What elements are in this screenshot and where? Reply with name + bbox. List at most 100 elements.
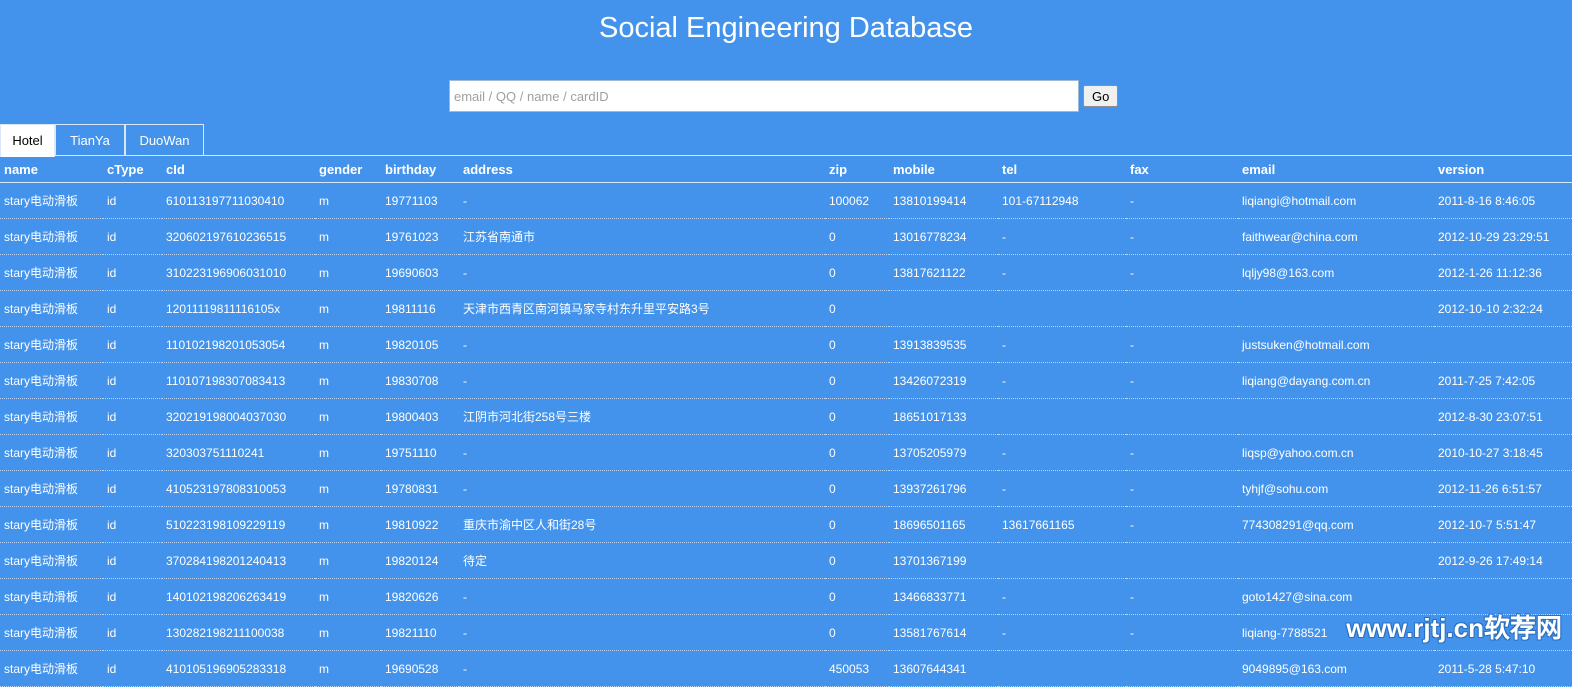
cell-address: 待定 bbox=[459, 542, 825, 579]
cell-zip: 0 bbox=[825, 470, 889, 507]
cell-gender: m bbox=[315, 254, 381, 291]
cell-address: 江阴市河北街258号三楼 bbox=[459, 398, 825, 435]
cell-fax: - bbox=[1126, 218, 1238, 255]
cell-name: stary电动滑板 bbox=[0, 290, 103, 327]
table-row: stary电动滑板 id 410105196905283318 m 19690528-4… bbox=[0, 650, 1572, 687]
cell-cid: 410523197808310053 bbox=[162, 470, 315, 507]
cell-tel bbox=[998, 398, 1126, 435]
search-input[interactable] bbox=[449, 80, 1079, 112]
cell-birthday: 19820105 bbox=[381, 326, 459, 363]
cell-zip: 450053 bbox=[825, 650, 889, 687]
tab-tianya[interactable]: TianYa bbox=[55, 124, 125, 156]
cell-version: 2012-10-29 23:29:51 bbox=[1434, 218, 1572, 255]
column-header-version: version bbox=[1434, 156, 1572, 183]
cell-zip: 0 bbox=[825, 254, 889, 291]
tab-hotel[interactable]: Hotel bbox=[0, 124, 55, 157]
cell-mobile: 13913839535 bbox=[889, 326, 998, 363]
cell-birthday: 19690528 bbox=[381, 650, 459, 687]
cell-zip: 0 bbox=[825, 218, 889, 255]
cell-fax: - bbox=[1126, 362, 1238, 399]
cell-name: stary电动滑板 bbox=[0, 614, 103, 651]
cell-fax: - bbox=[1126, 614, 1238, 651]
table-row: stary电动滑板 id 320219198004037030 m 19800403 江阴… bbox=[0, 398, 1572, 435]
column-header-birthday: birthday bbox=[381, 156, 459, 183]
table-row: stary电动滑板 id 12011119811116105x m 19811116 天津… bbox=[0, 290, 1572, 327]
cell-email bbox=[1238, 290, 1434, 327]
cell-name: stary电动滑板 bbox=[0, 506, 103, 543]
cell-email: lqljy98@163.com bbox=[1238, 254, 1434, 291]
cell-mobile: 13937261796 bbox=[889, 470, 998, 507]
cell-gender: m bbox=[315, 290, 381, 327]
go-button[interactable]: Go bbox=[1083, 85, 1119, 107]
cell-gender: m bbox=[315, 650, 381, 687]
cell-birthday: 19820124 bbox=[381, 542, 459, 579]
cell-ctype: id bbox=[103, 182, 162, 219]
cell-ctype: id bbox=[103, 578, 162, 615]
cell-address: - bbox=[459, 470, 825, 507]
cell-address: - bbox=[459, 614, 825, 651]
cell-fax: - bbox=[1126, 326, 1238, 363]
cell-fax bbox=[1126, 398, 1238, 435]
cell-birthday: 19690603 bbox=[381, 254, 459, 291]
cell-cid: 510223198109229119 bbox=[162, 506, 315, 543]
cell-zip: 0 bbox=[825, 290, 889, 327]
column-header-tel: tel bbox=[998, 156, 1126, 183]
cell-zip: 0 bbox=[825, 398, 889, 435]
cell-fax bbox=[1126, 650, 1238, 687]
cell-tel: - bbox=[998, 470, 1126, 507]
cell-address: - bbox=[459, 362, 825, 399]
cell-zip: 0 bbox=[825, 542, 889, 579]
cell-email bbox=[1238, 542, 1434, 579]
cell-tel: - bbox=[998, 578, 1126, 615]
cell-email: faithwear@china.com bbox=[1238, 218, 1434, 255]
cell-birthday: 19761023 bbox=[381, 218, 459, 255]
table-row: stary电动滑板 id 510223198109229119 m 19810922 重庆… bbox=[0, 506, 1572, 543]
column-header-email: email bbox=[1238, 156, 1434, 183]
cell-cid: 320602197610236515 bbox=[162, 218, 315, 255]
cell-tel: - bbox=[998, 362, 1126, 399]
cell-cid: 320219198004037030 bbox=[162, 398, 315, 435]
cell-zip: 0 bbox=[825, 362, 889, 399]
column-header-mobile: mobile bbox=[889, 156, 998, 183]
cell-birthday: 19780831 bbox=[381, 470, 459, 507]
cell-ctype: id bbox=[103, 362, 162, 399]
page-title: Social Engineering Database bbox=[598, 12, 974, 44]
cell-zip: 0 bbox=[825, 578, 889, 615]
table-header-row: name cType cId gender birthday address zip mobi… bbox=[0, 156, 1572, 183]
cell-ctype: id bbox=[103, 398, 162, 435]
cell-cid: 12011119811116105x bbox=[162, 290, 315, 327]
cell-address: 江苏省南通市 bbox=[459, 218, 825, 255]
cell-version: 2011-8-16 8:46:05 bbox=[1434, 182, 1572, 219]
cell-tel bbox=[998, 650, 1126, 687]
cell-name: stary电动滑板 bbox=[0, 470, 103, 507]
cell-birthday: 19830708 bbox=[381, 362, 459, 399]
search-bar: Go bbox=[449, 80, 1119, 112]
cell-email: justsuken@hotmail.com bbox=[1238, 326, 1434, 363]
cell-ctype: id bbox=[103, 326, 162, 363]
table-row: stary电动滑板 id 140102198206263419 m 19820626-0… bbox=[0, 578, 1572, 615]
cell-gender: m bbox=[315, 542, 381, 579]
cell-mobile: 13016778234 bbox=[889, 218, 998, 255]
cell-email bbox=[1238, 398, 1434, 435]
cell-ctype: id bbox=[103, 218, 162, 255]
cell-birthday: 19800403 bbox=[381, 398, 459, 435]
cell-tel bbox=[998, 542, 1126, 579]
cell-version: 2012-11-26 6:51:57 bbox=[1434, 470, 1572, 507]
tab-duowan[interactable]: DuoWan bbox=[125, 124, 204, 156]
cell-mobile: 13581767614 bbox=[889, 614, 998, 651]
cell-mobile: 13810199414 bbox=[889, 182, 998, 219]
cell-mobile: 13426072319 bbox=[889, 362, 998, 399]
cell-mobile: 13705205979 bbox=[889, 434, 998, 471]
cell-version: 2012-10-10 2:32:24 bbox=[1434, 290, 1572, 327]
cell-gender: m bbox=[315, 182, 381, 219]
cell-zip: 0 bbox=[825, 434, 889, 471]
cell-name: stary电动滑板 bbox=[0, 398, 103, 435]
cell-address: 重庆市渝中区人和街28号 bbox=[459, 506, 825, 543]
cell-name: stary电动滑板 bbox=[0, 434, 103, 471]
cell-version: 2011-5-28 5:47:10 bbox=[1434, 650, 1572, 687]
cell-version: 2011-7-25 7:42:05 bbox=[1434, 362, 1572, 399]
cell-ctype: id bbox=[103, 290, 162, 327]
cell-mobile bbox=[889, 290, 998, 327]
table-row: stary电动滑板 id 610113197711030410 m 19771103-1… bbox=[0, 182, 1572, 219]
cell-tel: 13617661165 bbox=[998, 506, 1126, 543]
